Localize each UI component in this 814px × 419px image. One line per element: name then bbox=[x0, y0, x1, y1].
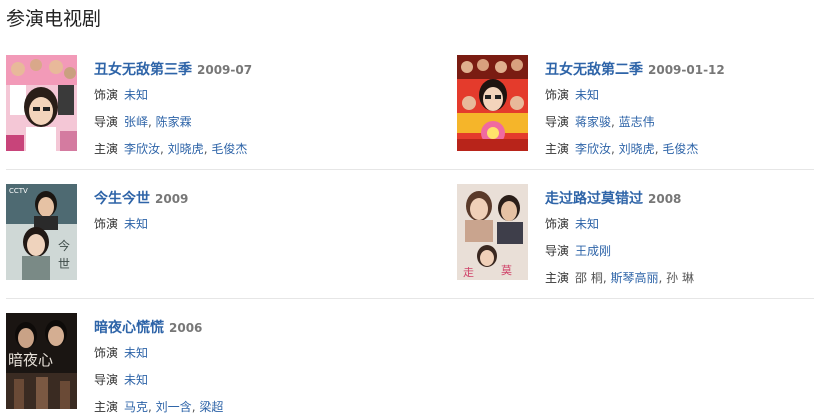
director-link[interactable]: 蓝志伟 bbox=[619, 115, 655, 129]
show-title-link[interactable]: 丑女无敌第二季 bbox=[545, 62, 643, 78]
director-label: 导演 bbox=[545, 115, 570, 129]
show-title-link[interactable]: 走过路过莫错过 bbox=[545, 191, 643, 207]
director-link[interactable]: 未知 bbox=[124, 373, 148, 387]
cast-row: 主演 李欣汝, 刘晓虎, 毛俊杰 bbox=[94, 142, 248, 156]
director-link[interactable]: 蒋家骏 bbox=[575, 115, 611, 129]
role-link[interactable]: 未知 bbox=[124, 217, 148, 231]
show-year: 2009 bbox=[155, 192, 189, 206]
show-card: 暗夜心 暗夜心慌慌 2006 饰演 未知 导演 未知 主演 马克, 刘一含, 梁超 bbox=[6, 313, 406, 414]
show-title-link[interactable]: 暗夜心慌慌 bbox=[94, 320, 164, 336]
director-label: 导演 bbox=[94, 115, 119, 129]
cast-link[interactable]: 刘晓虎 bbox=[619, 142, 655, 156]
role-row: 饰演 未知 bbox=[94, 341, 404, 365]
cast-link[interactable]: 斯琴高丽 bbox=[610, 271, 658, 285]
show-card: 走 莫 走过路过莫错过 2008 饰演 未知 导演 王成刚 主演邵 桐, 斯琴高丽, … bbox=[457, 184, 814, 285]
role-label: 饰演 bbox=[94, 346, 119, 360]
role-link[interactable]: 未知 bbox=[124, 346, 148, 360]
poster-image[interactable] bbox=[6, 55, 77, 151]
role-label: 饰演 bbox=[545, 88, 570, 102]
role-link[interactable]: 未知 bbox=[575, 88, 599, 102]
show-year: 2008 bbox=[648, 192, 682, 206]
show-year: 2009-01-12 bbox=[648, 63, 725, 77]
cast-label: 主演 bbox=[545, 271, 570, 285]
director-row: 导演 蒋家骏, 蓝志伟 bbox=[545, 115, 655, 129]
director-row: 导演 未知 bbox=[94, 368, 404, 392]
cast-row: 主演 马克, 刘一含, 梁超 bbox=[94, 400, 224, 414]
director-label: 导演 bbox=[545, 244, 570, 258]
cast-label: 主演 bbox=[94, 142, 119, 156]
role-label: 饰演 bbox=[94, 217, 119, 231]
svg-text:世: 世 bbox=[58, 257, 70, 271]
cast-link[interactable]: 马克 bbox=[124, 400, 148, 414]
show-card: CCTV 今 世 今生今世 2009 饰演 未知 bbox=[6, 184, 406, 284]
cast-label: 主演 bbox=[545, 142, 570, 156]
director-link[interactable]: 张峄 bbox=[124, 115, 148, 129]
role-row: 饰演 未知 bbox=[545, 212, 814, 236]
poster-image[interactable]: CCTV 今 世 bbox=[6, 184, 77, 280]
cast-name: 邵 桐 bbox=[575, 271, 603, 285]
poster-image[interactable]: 走 莫 bbox=[457, 184, 528, 280]
role-label: 饰演 bbox=[94, 88, 119, 102]
show-title-link[interactable]: 今生今世 bbox=[94, 191, 150, 207]
cast-link[interactable]: 李欣汝 bbox=[575, 142, 611, 156]
role-row: 饰演 未知 bbox=[94, 212, 404, 236]
cast-link[interactable]: 李欣汝 bbox=[124, 142, 160, 156]
poster-image[interactable]: 暗夜心 bbox=[6, 313, 77, 409]
row-divider bbox=[6, 169, 814, 170]
role-row: 饰演 未知 bbox=[545, 83, 814, 107]
cast-link[interactable]: 毛俊杰 bbox=[662, 142, 698, 156]
row-divider bbox=[6, 298, 814, 299]
role-link[interactable]: 未知 bbox=[124, 88, 148, 102]
poster-image[interactable] bbox=[457, 55, 528, 151]
show-card: 丑女无敌第三季 2009-07 饰演 未知 导演 张峄, 陈家霖 主演 李欣汝, 刘晓虎… bbox=[6, 55, 406, 156]
role-link[interactable]: 未知 bbox=[575, 217, 599, 231]
director-row: 导演 王成刚 bbox=[545, 239, 814, 263]
poster-text: CCTV bbox=[9, 187, 28, 195]
svg-text:今: 今 bbox=[58, 238, 70, 253]
cast-row: 主演 李欣汝, 刘晓虎, 毛俊杰 bbox=[545, 142, 699, 156]
cast-link[interactable]: 梁超 bbox=[199, 400, 223, 414]
director-link[interactable]: 王成刚 bbox=[575, 244, 611, 258]
cast-row: 主演邵 桐, 斯琴高丽, 孙 琳 bbox=[545, 271, 694, 285]
cast-link[interactable]: 刘晓虎 bbox=[168, 142, 204, 156]
cast-name: 孙 琳 bbox=[666, 271, 694, 285]
cast-label: 主演 bbox=[94, 400, 119, 414]
director-link[interactable]: 陈家霖 bbox=[156, 115, 192, 129]
cast-link[interactable]: 刘一含 bbox=[156, 400, 192, 414]
director-label: 导演 bbox=[94, 373, 119, 387]
show-card: 丑女无敌第二季 2009-01-12 饰演 未知 导演 蒋家骏, 蓝志伟 主演 李欣汝,… bbox=[457, 55, 814, 156]
show-title-link[interactable]: 丑女无敌第三季 bbox=[94, 62, 192, 78]
cast-link[interactable]: 毛俊杰 bbox=[211, 142, 247, 156]
svg-text:暗夜心: 暗夜心 bbox=[8, 351, 53, 369]
show-year: 2009-07 bbox=[197, 63, 253, 77]
role-label: 饰演 bbox=[545, 217, 570, 231]
role-row: 饰演 未知 bbox=[94, 83, 404, 107]
director-row: 导演 张峄, 陈家霖 bbox=[94, 115, 192, 129]
svg-text:走: 走 bbox=[463, 266, 474, 279]
svg-text:莫: 莫 bbox=[501, 264, 512, 277]
section-title: 参演电视剧 bbox=[6, 8, 102, 30]
show-year: 2006 bbox=[169, 321, 203, 335]
